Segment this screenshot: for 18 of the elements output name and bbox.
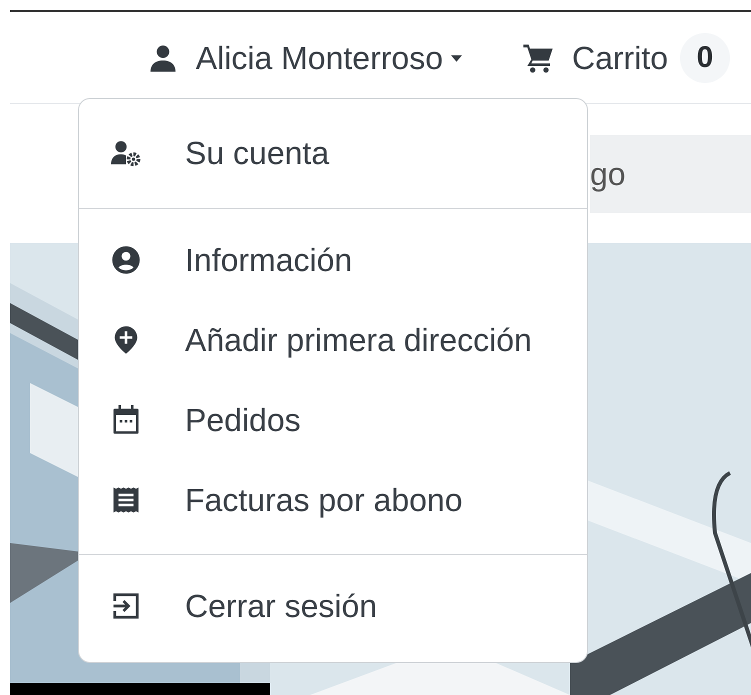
calendar-icon [111, 405, 141, 435]
menu-item[interactable]: Cerrar sesión [79, 566, 587, 646]
person-icon [148, 43, 178, 73]
user-gear-icon [111, 138, 141, 168]
menu-item[interactable]: Su cuenta [79, 113, 587, 193]
cart-button[interactable]: Carrito [522, 40, 668, 76]
user-circle-icon [111, 245, 141, 275]
sign-in-icon [111, 591, 141, 621]
menu-item[interactable]: Información [79, 220, 587, 300]
caret-icon [450, 54, 462, 62]
cart-count-badge: 0 [680, 33, 730, 83]
user-menu-button[interactable]: Alicia Monterroso [148, 40, 462, 76]
cart-icon [522, 42, 554, 74]
menu-item[interactable]: Pedidos [79, 380, 587, 460]
menu-item[interactable]: Facturas por abono [79, 460, 587, 540]
receipt-icon [111, 485, 141, 515]
search-field[interactable]: go [590, 135, 751, 213]
menu-item[interactable]: Añadir primera dirección [79, 300, 587, 380]
